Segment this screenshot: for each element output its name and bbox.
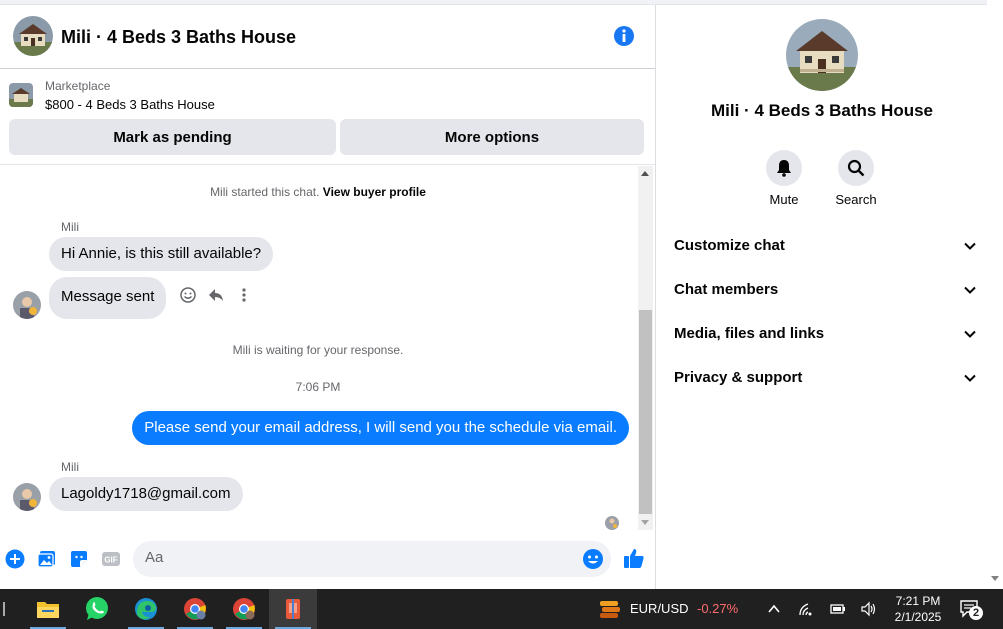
mark-pending-button[interactable]: Mark as pending <box>9 119 336 155</box>
chat-column: Mili · 4 Beds 3 Baths House Marketplace … <box>0 5 656 589</box>
chat-info-panel: Mili · 4 Beds 3 Baths House Mute Search … <box>657 5 987 589</box>
timestamp: 7:06 PM <box>295 380 341 394</box>
photo-icon[interactable] <box>37 549 57 569</box>
waiting-notice: Mili is waiting for your response. <box>232 343 404 357</box>
notification-count: 2 <box>969 606 983 620</box>
reply-icon[interactable] <box>207 286 225 304</box>
whatsapp-icon <box>86 597 108 620</box>
active-app[interactable] <box>269 589 317 629</box>
search-circle <box>838 150 874 186</box>
scroll-down-arrow[interactable] <box>991 576 999 581</box>
ticker-change[interactable]: -0.27% <box>697 601 738 616</box>
chevron-down-icon <box>964 374 976 382</box>
more-icon[interactable] <box>235 286 253 304</box>
scroll-up-arrow[interactable] <box>641 171 649 176</box>
folder-icon <box>37 602 59 618</box>
thumbs-up-icon[interactable] <box>623 547 645 569</box>
search-icon <box>847 159 865 177</box>
chrome-icon <box>184 598 206 620</box>
clock-time: 7:21 PM <box>895 594 941 608</box>
marketplace-label: Marketplace <box>45 79 111 93</box>
taskbar-edge <box>3 602 5 616</box>
chevron-up-icon[interactable] <box>766 601 782 617</box>
chat-start-notice: Mili started this chat. View buyer profi… <box>0 185 636 199</box>
scroll-thumb[interactable] <box>639 310 652 514</box>
chat-scrollbar[interactable] <box>638 166 653 530</box>
view-buyer-profile-link[interactable]: View buyer profile <box>323 185 426 199</box>
more-options-button[interactable]: More options <box>340 119 644 155</box>
section-media-files-links[interactable]: Media, files and links <box>665 314 977 354</box>
marketplace-bar: Marketplace $800 - 4 Beds 3 Baths House … <box>0 69 655 165</box>
scroll-down-arrow[interactable] <box>641 520 649 525</box>
section-title: Media, files and links <box>674 325 825 342</box>
network-icon[interactable] <box>798 601 814 617</box>
message-bubble[interactable]: Lagoldy1718@gmail.com <box>49 477 243 511</box>
section-title: Chat members <box>674 281 779 298</box>
mute-circle <box>766 150 802 186</box>
sender-name: Mili <box>61 220 79 234</box>
clock-date: 2/1/2025 <box>894 610 942 624</box>
edge-icon <box>135 598 157 620</box>
edge-app[interactable] <box>122 589 170 629</box>
chevron-down-icon <box>964 242 976 250</box>
stocks-icon[interactable] <box>598 598 622 620</box>
section-privacy-support[interactable]: Privacy & support <box>665 358 977 398</box>
chrome-profile-app[interactable] <box>220 589 268 629</box>
chevron-down-icon <box>964 286 976 294</box>
section-title: Customize chat <box>674 237 785 254</box>
mute-label: Mute <box>769 192 799 207</box>
gif-icon[interactable]: GIF <box>101 549 121 569</box>
taskbar: EUR/USD -0.27% 7:21 PM 2/1/2025 2 <box>0 589 1003 629</box>
search-label: Search <box>835 192 877 207</box>
volume-icon[interactable] <box>860 601 876 617</box>
chrome-app[interactable] <box>171 589 219 629</box>
notification-center[interactable]: 2 <box>960 599 983 620</box>
bell-icon <box>777 160 791 177</box>
avatar[interactable] <box>13 291 41 319</box>
message-input-box[interactable] <box>133 541 611 577</box>
message-input[interactable] <box>145 549 565 566</box>
sender-name: Mili <box>61 460 79 474</box>
avatar[interactable] <box>13 483 41 511</box>
messenger-window: Mili · 4 Beds 3 Baths House Marketplace … <box>0 0 1003 589</box>
react-icon[interactable] <box>179 286 197 304</box>
chevron-down-icon <box>964 330 976 338</box>
chat-start-text: Mili started this chat. <box>210 185 320 199</box>
message-bubble[interactable]: Hi Annie, is this still available? <box>49 237 274 271</box>
clock[interactable]: 7:21 PM 2/1/2025 <box>886 593 950 625</box>
svg-text:GIF: GIF <box>104 556 117 565</box>
battery-icon[interactable] <box>830 601 846 617</box>
message-actions <box>179 286 253 304</box>
section-title: Privacy & support <box>674 369 803 386</box>
message-bubble[interactable]: Message sent <box>49 277 167 319</box>
section-chat-members[interactable]: Chat members <box>665 270 977 310</box>
composer: GIF <box>0 540 655 580</box>
whatsapp-app[interactable] <box>73 589 121 629</box>
panel-title: Mili · 4 Beds 3 Baths House <box>711 101 933 120</box>
sent-message-bubble[interactable]: Please send your email address, I will s… <box>132 411 629 445</box>
emoji-icon[interactable] <box>582 548 604 570</box>
message-list: Mili started this chat. View buyer profi… <box>0 166 636 530</box>
app-icon <box>286 599 300 619</box>
chrome-icon <box>233 598 255 620</box>
file-explorer-app[interactable] <box>24 589 72 629</box>
plus-icon[interactable] <box>5 549 25 569</box>
info-icon[interactable] <box>613 25 635 47</box>
chat-title: Mili · 4 Beds 3 Baths House <box>61 27 297 47</box>
chat-header: Mili · 4 Beds 3 Baths House <box>0 5 655 69</box>
listing-thumbnail[interactable] <box>9 83 33 107</box>
sticker-icon[interactable] <box>69 549 89 569</box>
mute-button[interactable]: Mute <box>754 150 814 207</box>
listing-title[interactable]: $800 - 4 Beds 3 Baths House <box>45 97 215 112</box>
ticker-symbol[interactable]: EUR/USD <box>630 601 689 616</box>
read-receipt-avatar <box>605 516 619 530</box>
search-button[interactable]: Search <box>826 150 886 207</box>
page-scrollbar[interactable] <box>987 0 1003 589</box>
section-customize-chat[interactable]: Customize chat <box>665 226 977 266</box>
house-avatar-large[interactable] <box>786 19 858 91</box>
house-avatar[interactable] <box>13 16 53 56</box>
